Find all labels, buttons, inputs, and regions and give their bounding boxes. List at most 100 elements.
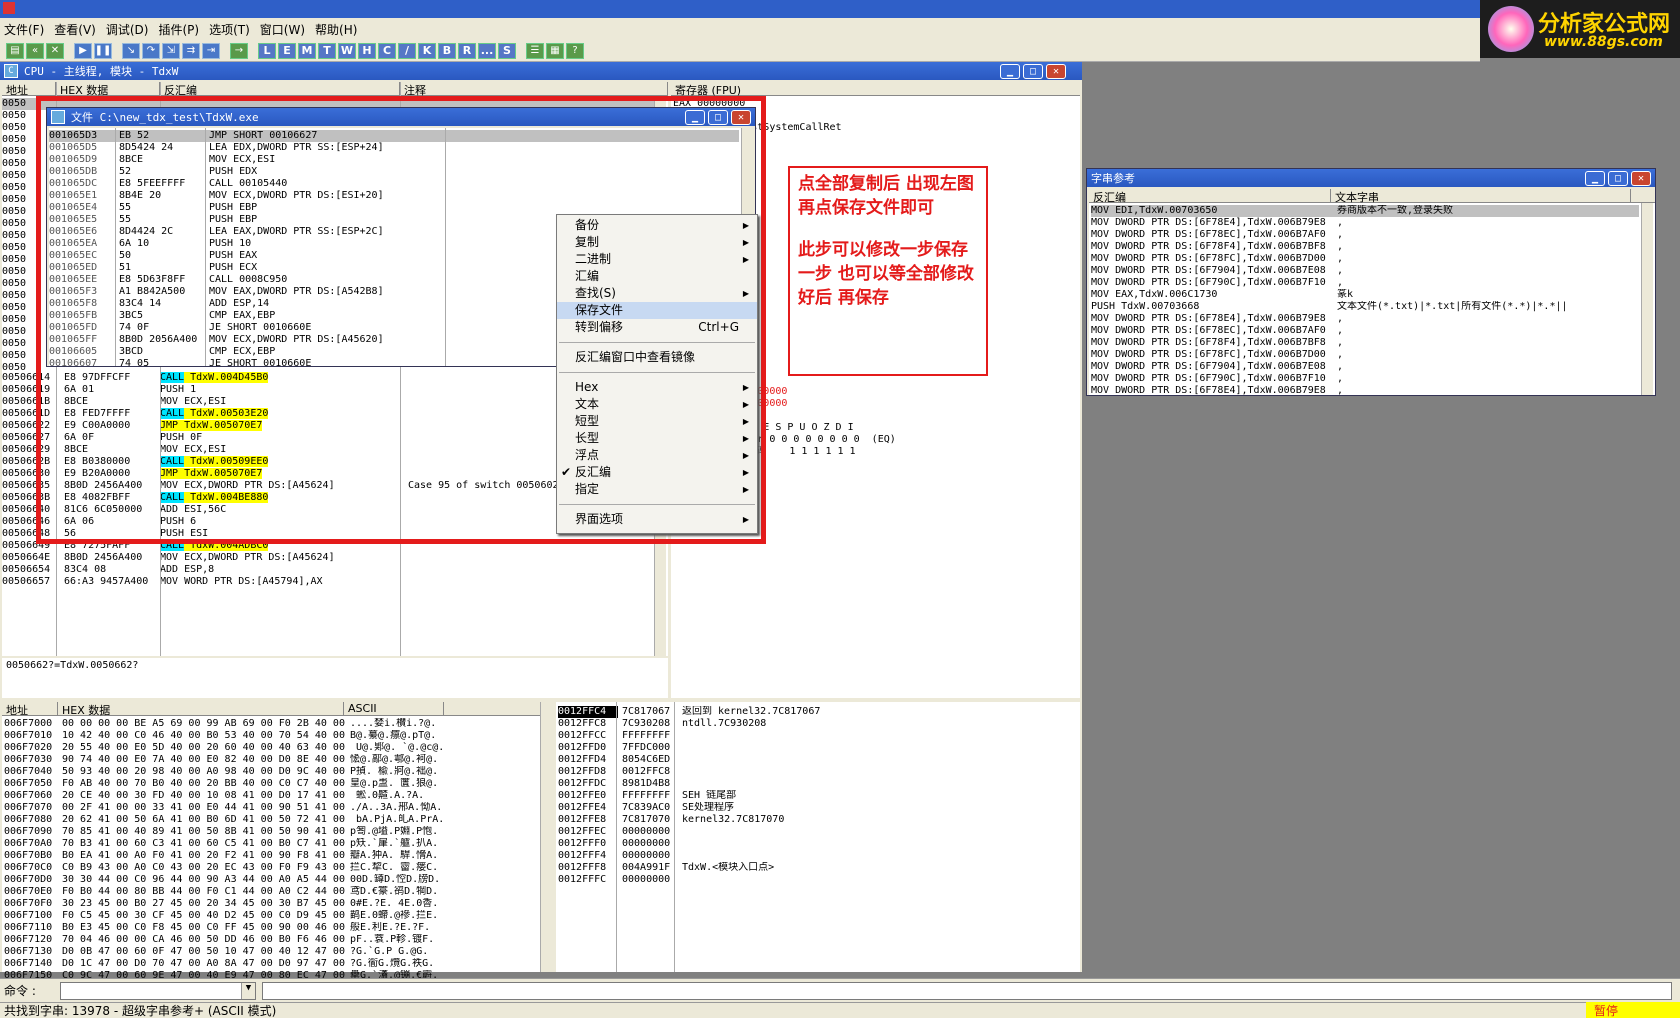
open-icon[interactable]: ▤ [6, 42, 24, 59]
file-disasm-row[interactable]: 001065E1 8B4E 20 MOV ECX,DWORD PTR DS:[ESI… [49, 190, 739, 202]
toolbar-window-button[interactable]: B [438, 42, 456, 59]
string-row[interactable]: MOV DWORD PTR DS:[6F78E4],TdxW.006B79E8, [1091, 385, 1639, 397]
dump-scrollbar[interactable] [540, 702, 552, 972]
context-menu-item[interactable]: 保存文件 [557, 302, 757, 319]
step-over-icon[interactable]: ↷ [142, 42, 160, 59]
stack-row[interactable]: 0012FFD8 0012FFC8 [558, 766, 1068, 778]
dump-row[interactable]: 006F7050 F0 AB 40 00 70 B0 40 00 20 BB 40… [4, 778, 544, 790]
strings-minimize-button[interactable]: ▁ [1585, 170, 1605, 186]
stack-row[interactable]: 0012FFC8 7C930208 ntdll.7C930208 [558, 718, 1068, 730]
string-row[interactable]: MOV DWORD PTR DS:[6F78E4],TdxW.006B79E8, [1091, 217, 1639, 229]
dump-row[interactable]: 006F7090 70 85 41 00 40 89 41 00 50 8B 41… [4, 826, 544, 838]
context-menu-item[interactable]: 浮点 ▶ [557, 447, 757, 464]
string-row[interactable]: MOV EAX,TdxW.006C1730 篆k [1091, 289, 1639, 301]
context-menu-item[interactable]: 复制 ▶ [557, 234, 757, 251]
string-row[interactable]: MOV DWORD PTR DS:[6F790C],TdxW.006B7F10, [1091, 277, 1639, 289]
toolbar-window-button[interactable]: M [298, 42, 316, 59]
strings-scrollbar[interactable] [1641, 203, 1653, 395]
dump-row[interactable]: 006F7060 20 CE 40 00 30 FD 40 00 10 08 41… [4, 790, 544, 802]
menu-item[interactable]: 查看(V) [54, 21, 96, 38]
context-menu-item[interactable]: 指定 ▶ [557, 481, 757, 498]
stack-row[interactable]: 0012FFFC 00000000 [558, 874, 1068, 886]
stack-row[interactable]: 0012FFD0 7FFDC000 [558, 742, 1068, 754]
grid-icon[interactable]: ▦ [546, 42, 564, 59]
string-row[interactable]: MOV DWORD PTR DS:[6F790C],TdxW.006B7F10, [1091, 373, 1639, 385]
context-menu-item[interactable]: 汇编 [557, 268, 757, 285]
file-disasm-row[interactable]: 001065D3 EB 52 JMP SHORT 00106627 [49, 130, 739, 142]
close-icon[interactable]: ✕ [46, 42, 64, 59]
dump-row[interactable]: 006F70A0 70 B3 41 00 60 C3 41 00 60 C5 41… [4, 838, 544, 850]
context-menu-item[interactable]: ✔ 反汇编 ▶ [557, 464, 757, 481]
menu-item[interactable]: 帮助(H) [315, 21, 357, 38]
minimize-button[interactable]: ▁ [1000, 63, 1020, 79]
stack-row[interactable]: 0012FFE4 7C839AC0 SE处理程序 [558, 802, 1068, 814]
file-close-button[interactable]: ✕ [731, 109, 751, 125]
toolbar-window-button[interactable]: T [318, 42, 336, 59]
menu-item[interactable]: 文件(F) [4, 21, 44, 38]
stack-row[interactable]: 0012FFDC 8981D4B8 [558, 778, 1068, 790]
file-disasm-row[interactable]: 001065D5 8D5424 24 LEA EDX,DWORD PTR SS:[E… [49, 142, 739, 154]
context-menu-item[interactable]: 界面选项 ▶ [557, 511, 757, 528]
command-input[interactable]: ▼ [60, 981, 256, 1000]
stack-row[interactable]: 0012FFD4 8054C6ED [558, 754, 1068, 766]
menu-item[interactable]: 插件(P) [158, 21, 199, 38]
rewind-icon[interactable]: « [26, 42, 44, 59]
stack-row[interactable]: 0012FFF4 00000000 [558, 850, 1068, 862]
toolbar-window-button[interactable]: C [378, 42, 396, 59]
stack-row[interactable]: 0012FFF0 00000000 [558, 838, 1068, 850]
strings-maximize-button[interactable]: □ [1608, 170, 1628, 186]
strings-close-button[interactable]: ✕ [1631, 170, 1651, 186]
string-row[interactable]: MOV DWORD PTR DS:[6F78FC],TdxW.006B7D00, [1091, 253, 1639, 265]
menu-item[interactable]: 选项(T) [209, 21, 250, 38]
close-button[interactable]: ✕ [1046, 63, 1066, 79]
string-row[interactable]: MOV DWORD PTR DS:[6F78EC],TdxW.006B7AF0, [1091, 229, 1639, 241]
context-menu-item[interactable]: 转到偏移 Ctrl+G [557, 319, 757, 336]
dump-row[interactable]: 006F7110 B0 E3 45 00 C0 F8 45 00 C0 FF 45… [4, 922, 544, 934]
file-disasm-row[interactable]: 001065E4 55 PUSH EBP [49, 202, 739, 214]
step-into-icon[interactable]: ↘ [122, 42, 140, 59]
string-row[interactable]: MOV DWORD PTR DS:[6F78EC],TdxW.006B7AF0, [1091, 325, 1639, 337]
string-row[interactable]: MOV DWORD PTR DS:[6F78F4],TdxW.006B7BF8, [1091, 337, 1639, 349]
toolbar-window-button[interactable]: S [498, 42, 516, 59]
context-menu-item[interactable]: 二进制 ▶ [557, 251, 757, 268]
dump-row[interactable]: 006F7080 20 62 41 00 50 6A 41 00 B0 6D 41… [4, 814, 544, 826]
dump-row[interactable]: 006F7120 70 04 46 00 00 CA 46 00 50 DD 46… [4, 934, 544, 946]
trace-into-icon[interactable]: ⇲ [162, 42, 180, 59]
toolbar-window-button[interactable]: L [258, 42, 276, 59]
dump-row[interactable]: 006F7070 00 2F 41 00 00 33 41 00 E0 44 41… [4, 802, 544, 814]
toolbar-window-button[interactable]: ... [478, 42, 496, 59]
dump-row[interactable]: 006F70E0 F0 B0 44 00 80 BB 44 00 F0 C1 44… [4, 886, 544, 898]
dump-row[interactable]: 006F70D0 30 30 44 00 C0 96 44 00 90 A3 44… [4, 874, 544, 886]
toolbar-window-button[interactable]: / [398, 42, 416, 59]
stack-row[interactable]: 0012FFE0 FFFFFFFF SEH 链尾部 [558, 790, 1068, 802]
file-minimize-button[interactable]: ▁ [685, 109, 705, 125]
dump-row[interactable]: 006F7040 50 93 40 00 20 98 40 00 A0 98 40… [4, 766, 544, 778]
pause-icon[interactable]: ❚❚ [94, 42, 112, 59]
toolbar-window-button[interactable]: K [418, 42, 436, 59]
execute-till-return-icon[interactable]: ⇥ [202, 42, 220, 59]
string-row[interactable]: MOV DWORD PTR DS:[6F78FC],TdxW.006B7D00, [1091, 349, 1639, 361]
context-menu-item[interactable]: 长型 ▶ [557, 430, 757, 447]
toolbar-window-button[interactable]: R [458, 42, 476, 59]
string-row[interactable]: PUSH TdxW.00703668 文本文件(*.txt)|*.txt|所有文件… [1091, 301, 1639, 313]
maximize-button[interactable]: □ [1023, 63, 1043, 79]
string-row[interactable]: MOV DWORD PTR DS:[6F7904],TdxW.006B7E08, [1091, 361, 1639, 373]
dump-row[interactable]: 006F7130 D0 0B 47 00 60 0F 47 00 50 10 47… [4, 946, 544, 958]
goto-icon[interactable]: → [230, 42, 248, 59]
stack-row[interactable]: 0012FFE8 7C817070 kernel32.7C817070 [558, 814, 1068, 826]
file-disasm-row[interactable]: 001065DB 52 PUSH EDX [49, 166, 739, 178]
trace-over-icon[interactable]: ⇉ [182, 42, 200, 59]
dump-row[interactable]: 006F7020 20 55 40 00 E0 5D 40 00 20 60 40… [4, 742, 544, 754]
dump-row[interactable]: 006F70F0 30 23 45 00 B0 27 45 00 20 34 45… [4, 898, 544, 910]
stack-row[interactable]: 0012FFC4 7C817067 返回到 kernel32.7C817067 [558, 706, 1068, 718]
help-icon[interactable]: ? [566, 42, 584, 59]
dump-row[interactable]: 006F7140 D0 1C 47 00 D0 70 47 00 A0 8A 47… [4, 958, 544, 970]
string-row[interactable]: MOV DWORD PTR DS:[6F7904],TdxW.006B7E08, [1091, 265, 1639, 277]
file-disasm-row[interactable]: 001065DC E8 5FEEFFFF CALL 00105440 [49, 178, 739, 190]
context-menu-item[interactable]: 备份 ▶ [557, 217, 757, 234]
chevron-down-icon[interactable]: ▼ [241, 982, 255, 999]
string-row[interactable]: MOV EDI,TdxW.00703650 券商版本不一致,登录失败 [1091, 205, 1639, 217]
dump-row[interactable]: 006F70C0 C0 B9 43 00 A0 C0 43 00 20 EC 43… [4, 862, 544, 874]
context-menu-item[interactable]: 短型 ▶ [557, 413, 757, 430]
dump-row[interactable]: 006F7030 90 74 40 00 E0 7A 40 00 E0 82 40… [4, 754, 544, 766]
